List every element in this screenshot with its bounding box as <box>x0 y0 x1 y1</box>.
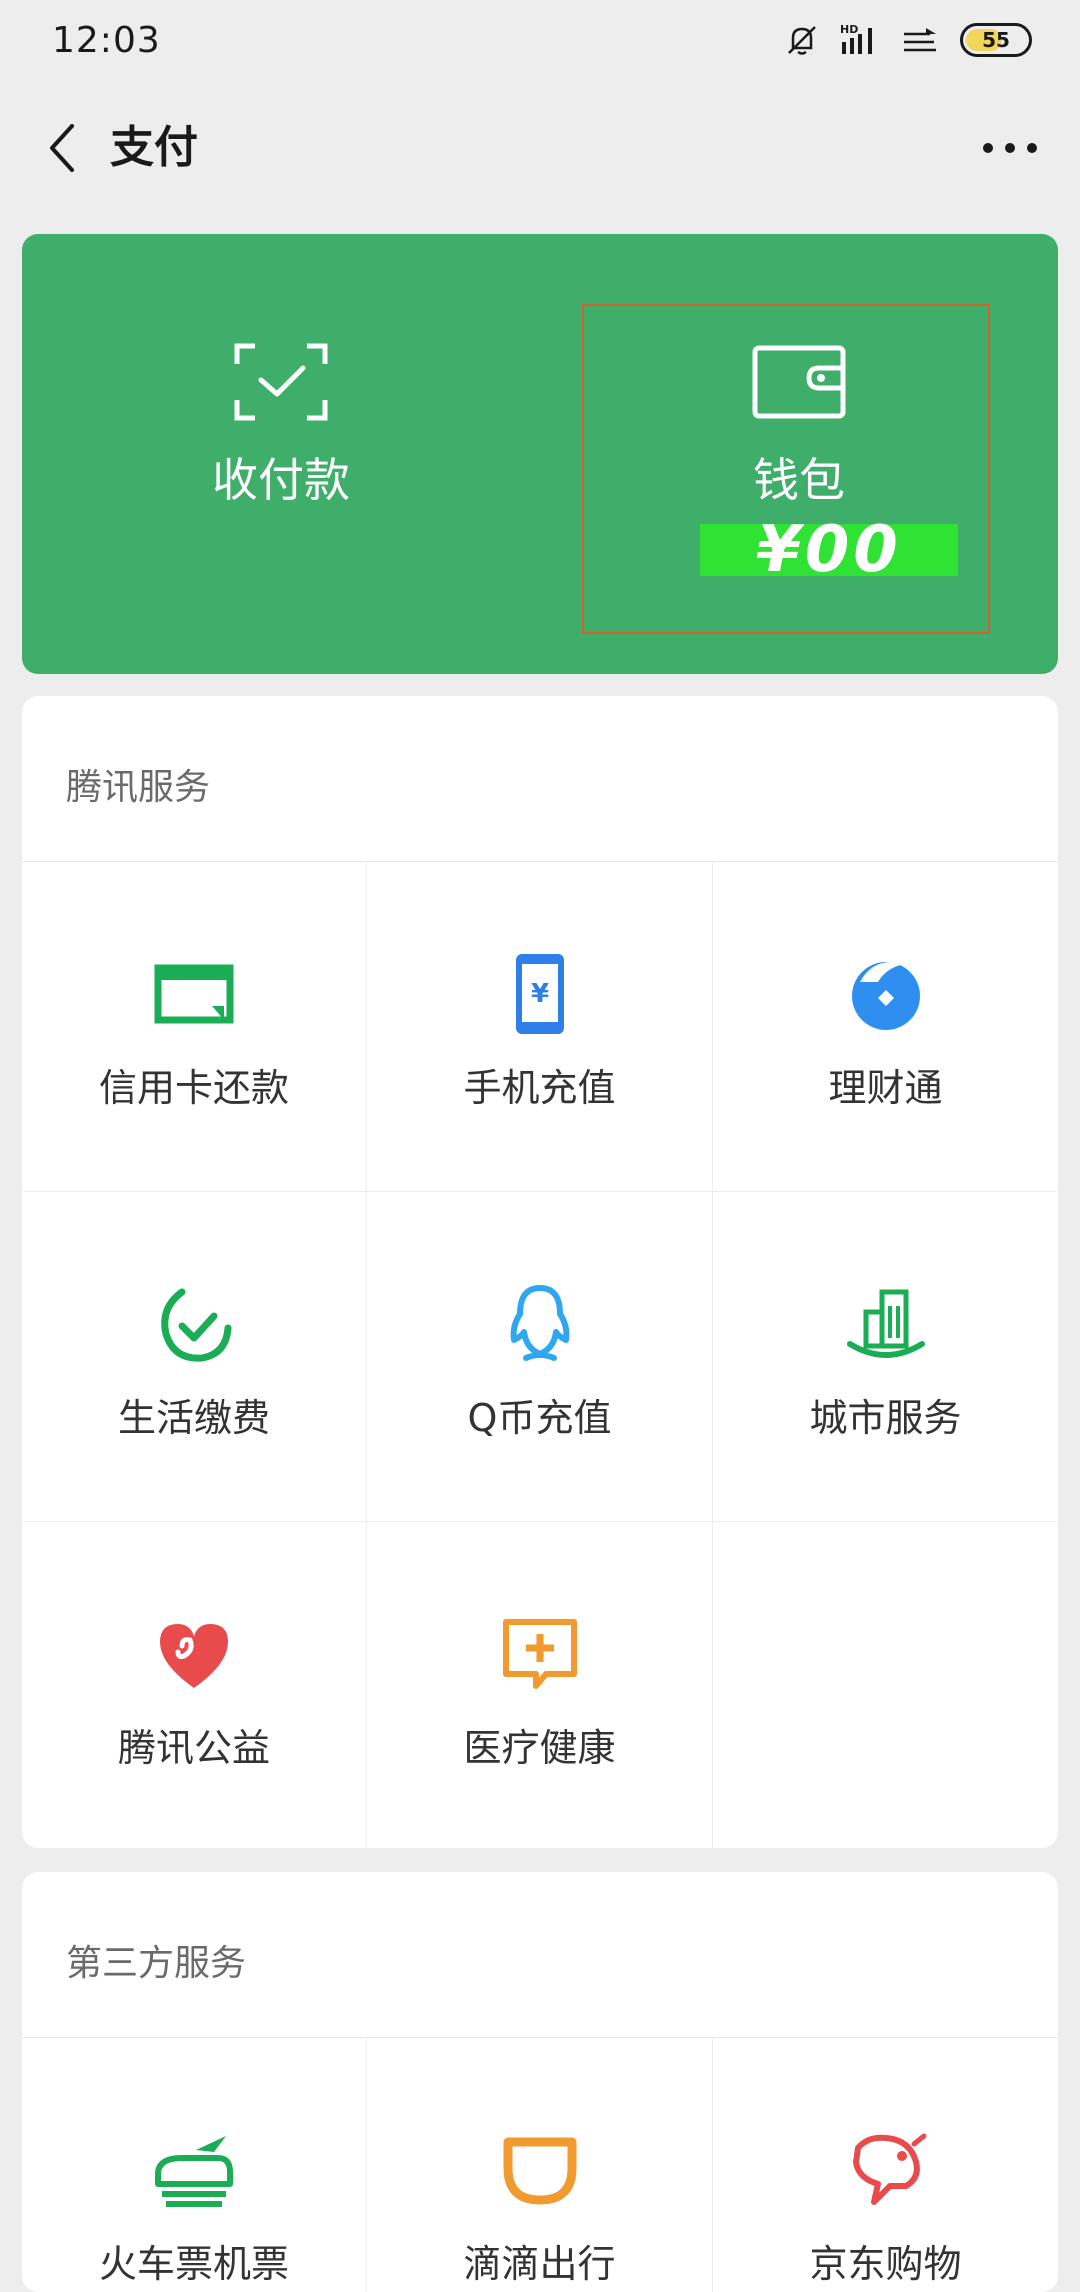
service-grid: 火车票机票 滴滴出行 京东购物 <box>22 2038 1058 2292</box>
mute-bell-icon <box>788 26 816 55</box>
page-title: 支付 <box>110 122 198 173</box>
pay-card: 收付款 钱包 <box>22 234 1058 674</box>
service-label: 京东购物 <box>809 2242 962 2286</box>
chevron-left-icon <box>50 124 74 172</box>
service-charity[interactable]: 腾讯公益 <box>22 1522 367 1848</box>
service-label: 滴滴出行 <box>463 2242 616 2286</box>
service-train-plane[interactable]: 火车票机票 <box>22 2038 367 2292</box>
bill-check-icon <box>161 1288 232 1362</box>
status-bar: 12:03 HD 55 <box>0 0 1080 88</box>
wallet-button[interactable]: 钱包 <box>540 234 1058 674</box>
svg-text:¥: ¥ <box>530 979 548 1009</box>
service-wealth[interactable]: 理财通 <box>713 862 1058 1192</box>
service-grid: 信用卡还款 ¥ 手机充值 理财通 生活缴费 Q币充值 城市服务 腾讯公益 医疗健… <box>22 862 1058 1848</box>
wallet-icon <box>752 345 846 419</box>
service-label: Q币充值 <box>467 1396 612 1440</box>
charity-heart-icon <box>160 1624 228 1688</box>
service-bill-pay[interactable]: 生活缴费 <box>22 1192 367 1522</box>
service-label: 火车票机票 <box>98 2242 289 2286</box>
battery-level: 55 <box>982 28 1010 52</box>
wallet-balance: ¥00 <box>700 513 958 587</box>
scan-check-icon <box>234 343 328 421</box>
jd-dog-icon <box>852 2133 926 2205</box>
service-label: 城市服务 <box>809 1396 962 1440</box>
service-city[interactable]: 城市服务 <box>713 1192 1058 1522</box>
service-medical[interactable]: 医疗健康 <box>367 1522 713 1848</box>
service-label: 理财通 <box>828 1066 943 1110</box>
medical-chat-icon <box>502 1619 577 1689</box>
more-dots-icon <box>983 143 1037 153</box>
back-button[interactable] <box>34 118 94 178</box>
more-button[interactable] <box>970 118 1050 178</box>
phone-recharge-icon: ¥ <box>515 954 564 1034</box>
receive-pay-label: 收付款 <box>212 453 350 507</box>
service-label: 手机充值 <box>463 1066 616 1110</box>
svg-text:HD: HD <box>840 23 858 36</box>
status-icons: HD 55 <box>784 22 1032 58</box>
section-title: 第三方服务 <box>22 1872 1058 2038</box>
third-party-services-section: 第三方服务 火车票机票 滴滴出行 京东购物 <box>22 1872 1058 2292</box>
service-jd[interactable]: 京东购物 <box>713 2038 1058 2292</box>
empty-cell <box>713 1522 1058 1848</box>
service-label: 腾讯公益 <box>117 1726 270 1770</box>
status-time: 12:03 <box>52 20 161 61</box>
receive-pay-button[interactable]: 收付款 <box>22 234 540 674</box>
service-label: 生活缴费 <box>117 1396 270 1440</box>
battery-icon: 55 <box>960 23 1032 57</box>
service-qcoin[interactable]: Q币充值 <box>367 1192 713 1522</box>
credit-card-icon <box>154 964 234 1024</box>
wifi-icon <box>904 28 936 52</box>
wealth-icon <box>851 962 920 1030</box>
service-didi[interactable]: 滴滴出行 <box>367 2038 713 2292</box>
tencent-services-section: 腾讯服务 信用卡还款 ¥ 手机充值 理财通 生活缴费 Q币充值 城市服务 腾讯公… <box>22 696 1058 1848</box>
service-label: 信用卡还款 <box>98 1066 289 1110</box>
hd-signal-icon: HD <box>840 23 872 54</box>
didi-icon <box>503 2137 576 2205</box>
service-label: 医疗健康 <box>463 1726 616 1770</box>
train-plane-icon <box>155 2136 233 2207</box>
service-phone-recharge[interactable]: ¥ 手机充值 <box>367 862 713 1192</box>
header: 支付 <box>0 100 1080 196</box>
qq-penguin-icon <box>510 1285 569 1361</box>
section-title: 腾讯服务 <box>22 696 1058 862</box>
service-credit-card[interactable]: 信用卡还款 <box>22 862 367 1192</box>
wallet-label: 钱包 <box>753 453 845 507</box>
city-buildings-icon <box>846 1289 925 1358</box>
